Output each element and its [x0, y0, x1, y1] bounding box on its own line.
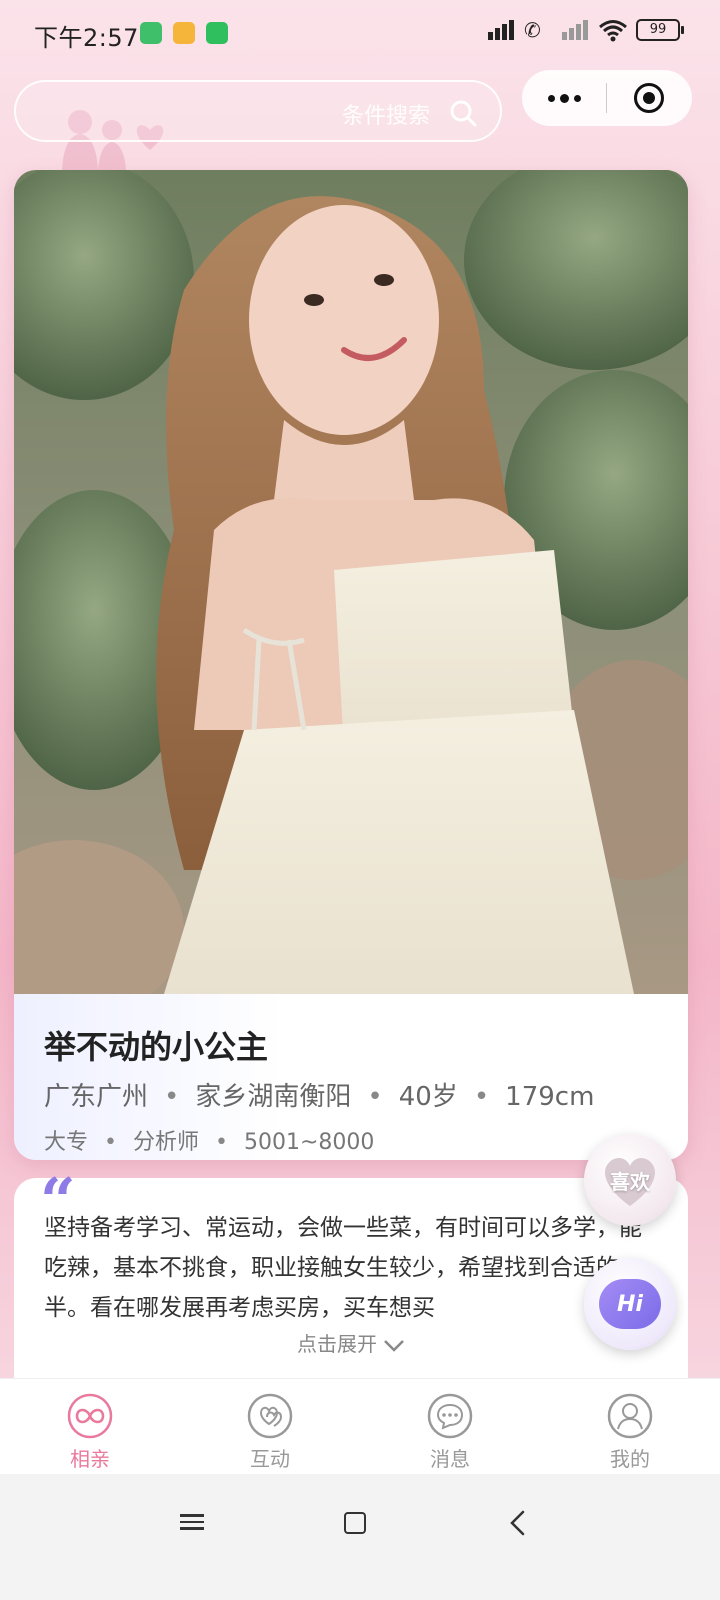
hi-label: Hi — [617, 1291, 643, 1317]
profile-basic-info: 广东广州 • 家乡湖南衡阳 • 40岁 • 179cm — [44, 1082, 595, 1112]
recent-apps-button[interactable] — [180, 1510, 206, 1536]
chat-bubble-icon: Hi — [599, 1279, 661, 1329]
profile-hometown: 家乡湖南衡阳 — [195, 1082, 352, 1112]
intro-card: “ 坚持备考学习、常运动，会做一些菜，有时间可以多学，能吃辣，基本不挑食，职业接… — [14, 1170, 688, 1378]
status-indicators: ✆ 99 — [484, 18, 684, 42]
phone-app-icon — [206, 22, 228, 44]
user-icon — [607, 1393, 653, 1439]
profile-info: 举不动的小公主 广东广州 • 家乡湖南衡阳 • 40岁 • 179cm 大专 • 分析师 • 500… — [14, 994, 688, 1160]
intro-text: 坚持备考学习、常运动，会做一些菜，有时间可以多学，能吃辣，基本不挑食，职业接触女… — [44, 1215, 642, 1321]
notes-app-icon — [173, 22, 195, 44]
profile-height: 179cm — [505, 1082, 595, 1112]
chat-icon — [427, 1393, 473, 1439]
tab-matchmaking[interactable]: 相亲 — [0, 1379, 180, 1474]
hearts-icon — [247, 1393, 293, 1439]
more-button[interactable] — [522, 70, 606, 126]
profile-card[interactable]: 举不动的小公主 广东广州 • 家乡湖南衡阳 • 40岁 • 179cm 大专 • 分析师 • 500… — [14, 170, 688, 1160]
tab-label: 相亲 — [70, 1447, 110, 1471]
battery-icon: 99 — [636, 19, 684, 41]
search-icon[interactable] — [448, 98, 478, 128]
status-time: 下午2:57 — [34, 24, 139, 52]
tab-profile[interactable]: 我的 — [540, 1379, 720, 1474]
expand-label: 点击展开 — [297, 1332, 377, 1356]
signal-icon — [484, 18, 516, 42]
status-bar: 下午2:57 ✆ 99 — [0, 0, 720, 70]
like-button[interactable]: 喜欢 — [584, 1134, 676, 1226]
wifi-icon — [599, 20, 627, 42]
back-button[interactable] — [508, 1510, 528, 1536]
tab-label: 消息 — [430, 1447, 470, 1471]
tab-label: 互动 — [250, 1447, 290, 1471]
system-nav-bar — [0, 1474, 720, 1600]
home-button[interactable] — [344, 1512, 366, 1534]
search-input[interactable]: 条件搜索 — [14, 80, 502, 142]
profile-location: 广东广州 — [44, 1082, 149, 1112]
search-placeholder: 条件搜索 — [341, 104, 430, 129]
like-label: 喜欢 — [610, 1169, 650, 1194]
profile-occupation: 分析师 — [133, 1130, 200, 1155]
miniprogram-capsule — [522, 70, 692, 126]
call-off-icon: ✆ — [524, 18, 541, 42]
tab-label: 我的 — [610, 1447, 650, 1471]
expand-button[interactable]: 点击展开 — [14, 1328, 688, 1357]
bottom-tab-bar: 相亲 互动 消息 我的 — [0, 1378, 720, 1474]
profile-income: 5001~8000 — [244, 1130, 375, 1155]
tab-messages[interactable]: 消息 — [360, 1379, 540, 1474]
close-miniprogram-button[interactable] — [607, 70, 691, 126]
vpn-app-icon — [140, 22, 162, 44]
profile-name: 举不动的小公主 — [44, 1028, 269, 1066]
tab-interaction[interactable]: 互动 — [180, 1379, 360, 1474]
say-hi-button[interactable]: Hi — [584, 1258, 676, 1350]
infinity-icon — [67, 1393, 113, 1439]
chevron-down-icon — [384, 1339, 404, 1352]
profile-age: 40岁 — [398, 1082, 458, 1112]
signal-2-icon — [558, 18, 590, 42]
profile-photo[interactable] — [14, 170, 688, 994]
profile-education: 大专 — [44, 1130, 89, 1155]
profile-detail-info: 大专 • 分析师 • 5001~8000 — [44, 1130, 375, 1155]
